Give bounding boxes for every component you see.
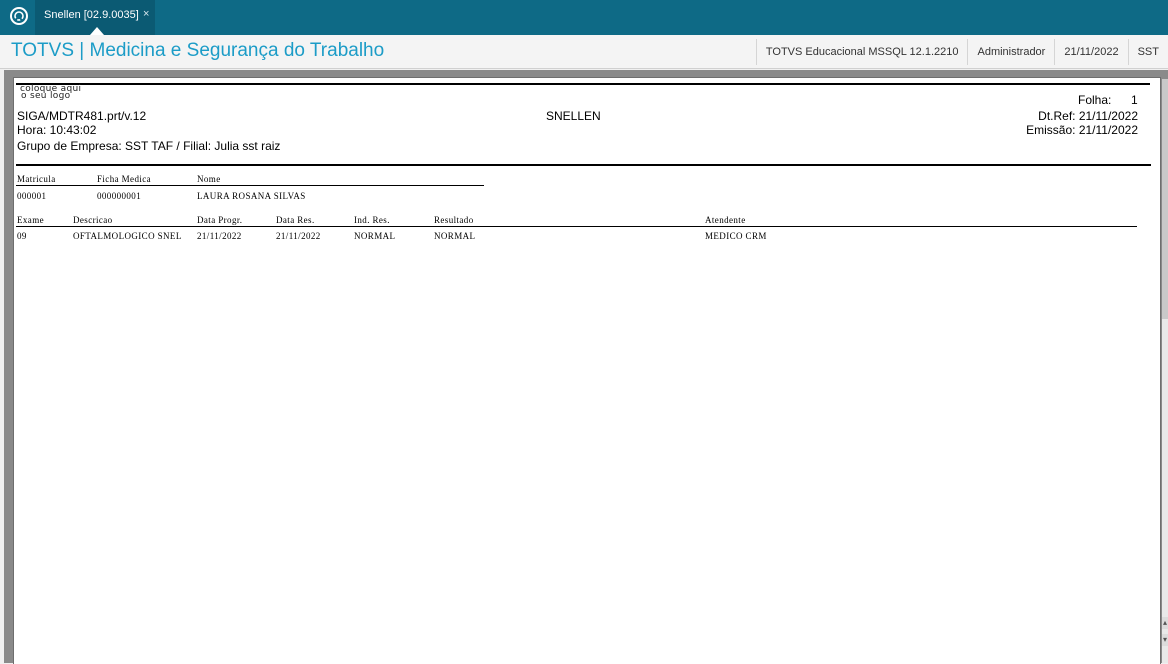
company-label[interactable]: SST (1127, 39, 1168, 65)
col-ind-res: Ind. Res. (354, 215, 390, 225)
header-info: TOTVS Educacional MSSQL 12.1.2210 Admini… (755, 39, 1168, 65)
date-label[interactable]: 21/11/2022 (1054, 39, 1127, 65)
exam-code: 09 (17, 231, 27, 241)
top-bar: Snellen [02.9.0035] × (0, 0, 1168, 35)
environment-label[interactable]: TOTVS Educacional MSSQL 12.1.2210 (755, 39, 968, 65)
exam-atendente: MEDICO CRM (705, 231, 767, 241)
col-descricao: Descricao (73, 215, 113, 225)
top-divider (16, 83, 1150, 85)
folha-value: 1 (1131, 93, 1138, 107)
scrollbar-thumb[interactable] (1162, 79, 1168, 319)
report-title: SNELLEN (546, 109, 601, 123)
col-exame: Exame (17, 215, 44, 225)
exam-description: OFTALMOLOGICO SNEL (73, 231, 182, 241)
report-time: Hora: 10:43:02 (17, 123, 97, 137)
logo-placeholder: coloque aqui o seu logo (20, 85, 81, 101)
program-id: SIGA/MDTR481.prt/v.12 (17, 109, 147, 123)
emission-date: Emissão: 21/11/2022 (1026, 123, 1138, 137)
employee-nome: LAURA ROSANA SILVAS (197, 191, 306, 201)
reference-date: Dt.Ref: 21/11/2022 (1038, 109, 1138, 123)
col-matricula: Matricula (17, 174, 56, 184)
page-title: TOTVS | Medicina e Segurança do Trabalho (11, 40, 385, 61)
user-label[interactable]: Administrador (967, 39, 1054, 65)
company-group: Grupo de Empresa: SST TAF / Filial: Juli… (17, 139, 281, 153)
report-content: coloque aqui o seu logo Folha: 1 SIGA/MD… (14, 78, 1160, 664)
col-data-res: Data Res. (276, 215, 315, 225)
scroll-down-icon[interactable]: ▾ (1162, 634, 1168, 646)
exam-ind-res: NORMAL (354, 231, 396, 241)
exam-data-res: 21/11/2022 (276, 231, 321, 241)
folha-label: Folha: (1078, 93, 1112, 107)
col-data-progr: Data Progr. (197, 215, 243, 225)
employee-matricula: 000001 (17, 191, 47, 201)
report-page: coloque aqui o seu logo Folha: 1 SIGA/MD… (13, 77, 1161, 664)
logo-placeholder-line2: o seu logo (21, 91, 71, 101)
report-viewer: coloque aqui o seu logo Folha: 1 SIGA/MD… (4, 70, 1168, 664)
tab-snellen[interactable]: Snellen [02.9.0035] × (35, 0, 155, 35)
exam-header-underline (16, 226, 1137, 227)
header-divider (16, 164, 1151, 166)
employee-ficha: 000000001 (97, 191, 142, 201)
employee-header-underline (16, 185, 484, 186)
exam-data-progr: 21/11/2022 (197, 231, 242, 241)
col-nome: Nome (197, 174, 221, 184)
vertical-scrollbar[interactable]: ▴ ▾ (1162, 79, 1168, 663)
close-icon[interactable]: × (143, 8, 149, 20)
scroll-up-icon[interactable]: ▴ (1162, 617, 1168, 629)
totvs-logo-icon[interactable] (10, 7, 28, 25)
exam-resultado: NORMAL (434, 231, 476, 241)
col-resultado: Resultado (434, 215, 474, 225)
col-atendente: Atendente (705, 215, 746, 225)
active-tab-indicator (90, 27, 104, 35)
col-ficha-medica: Ficha Medica (97, 174, 152, 184)
app-header: TOTVS | Medicina e Segurança do Trabalho… (0, 35, 1168, 69)
tab-label: Snellen [02.9.0035] (44, 9, 139, 21)
